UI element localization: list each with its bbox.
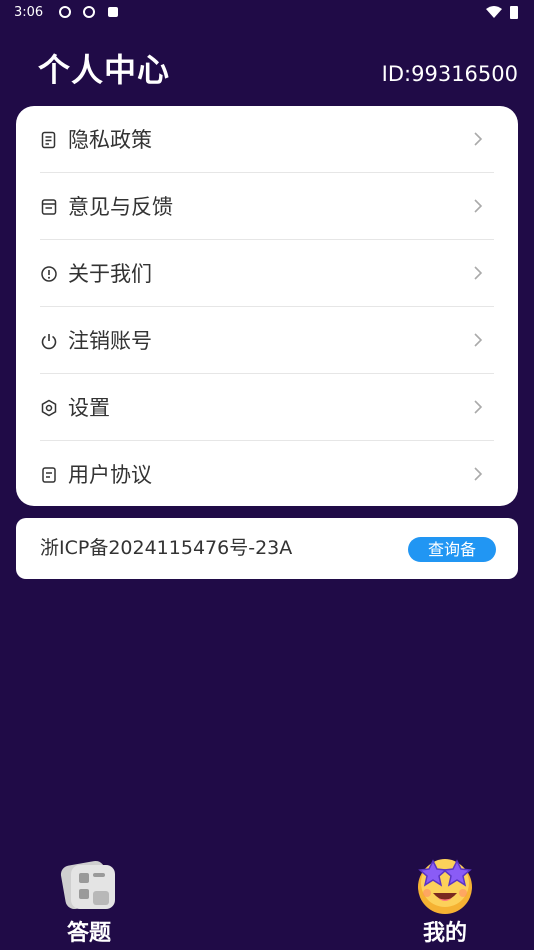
chevron-right-icon bbox=[474, 266, 483, 280]
menu-item-about-us[interactable]: 关于我们 bbox=[40, 240, 494, 307]
chevron-right-icon bbox=[474, 132, 483, 146]
menu-item-label: 隐私政策 bbox=[68, 127, 152, 152]
icp-card: 浙ICP备2024115476号-23A 查询备 bbox=[16, 518, 518, 579]
menu-item-label: 意见与反馈 bbox=[68, 194, 173, 219]
feedback-icon bbox=[40, 198, 58, 216]
menu-item-settings[interactable]: 设置 bbox=[40, 374, 494, 441]
notification-status-icon bbox=[106, 5, 120, 19]
power-icon bbox=[40, 332, 58, 350]
tab-mine[interactable]: 我的 bbox=[390, 845, 500, 950]
chevron-right-icon bbox=[474, 467, 483, 481]
icp-license-text: 浙ICP备2024115476号-23A bbox=[40, 537, 293, 559]
agreement-icon bbox=[40, 466, 58, 484]
info-icon bbox=[40, 265, 58, 283]
header: 个人中心 ID:99316500 bbox=[0, 48, 534, 98]
menu-item-label: 设置 bbox=[68, 395, 110, 420]
user-id: ID:99316500 bbox=[381, 62, 518, 86]
document-icon bbox=[40, 131, 58, 149]
status-bar: 3:06 bbox=[0, 0, 534, 28]
tab-quiz[interactable]: 答题 bbox=[34, 845, 144, 950]
settings-icon bbox=[40, 399, 58, 417]
menu-item-label: 注销账号 bbox=[68, 328, 152, 353]
battery-icon bbox=[510, 5, 518, 23]
settings-gear-status-icon bbox=[58, 5, 72, 19]
menu-item-label: 关于我们 bbox=[68, 261, 152, 286]
menu-item-user-agreement[interactable]: 用户协议 bbox=[40, 441, 494, 508]
menu-item-feedback[interactable]: 意见与反馈 bbox=[40, 173, 494, 240]
status-time: 3:06 bbox=[14, 5, 44, 20]
bottom-tab-bar: 答题 我的 bbox=[0, 845, 534, 950]
star-face-icon bbox=[413, 853, 477, 917]
chevron-right-icon bbox=[474, 333, 483, 347]
chevron-right-icon bbox=[474, 199, 483, 213]
icp-query-button[interactable]: 查询备 bbox=[408, 537, 496, 562]
tab-label: 我的 bbox=[422, 921, 467, 946]
quiz-icon bbox=[57, 853, 121, 917]
menu-item-label: 用户协议 bbox=[68, 462, 152, 487]
chevron-right-icon bbox=[474, 400, 483, 414]
sync-status-icon bbox=[82, 5, 96, 19]
tab-label: 答题 bbox=[66, 921, 111, 946]
menu-item-privacy-policy[interactable]: 隐私政策 bbox=[40, 106, 494, 173]
menu-item-delete-account[interactable]: 注销账号 bbox=[40, 307, 494, 374]
wifi-icon bbox=[486, 5, 502, 23]
menu-card: 隐私政策 意见与反馈 关于我们 注销账号 设置 用户协议 bbox=[16, 106, 518, 506]
page-title: 个人中心 bbox=[38, 51, 171, 89]
